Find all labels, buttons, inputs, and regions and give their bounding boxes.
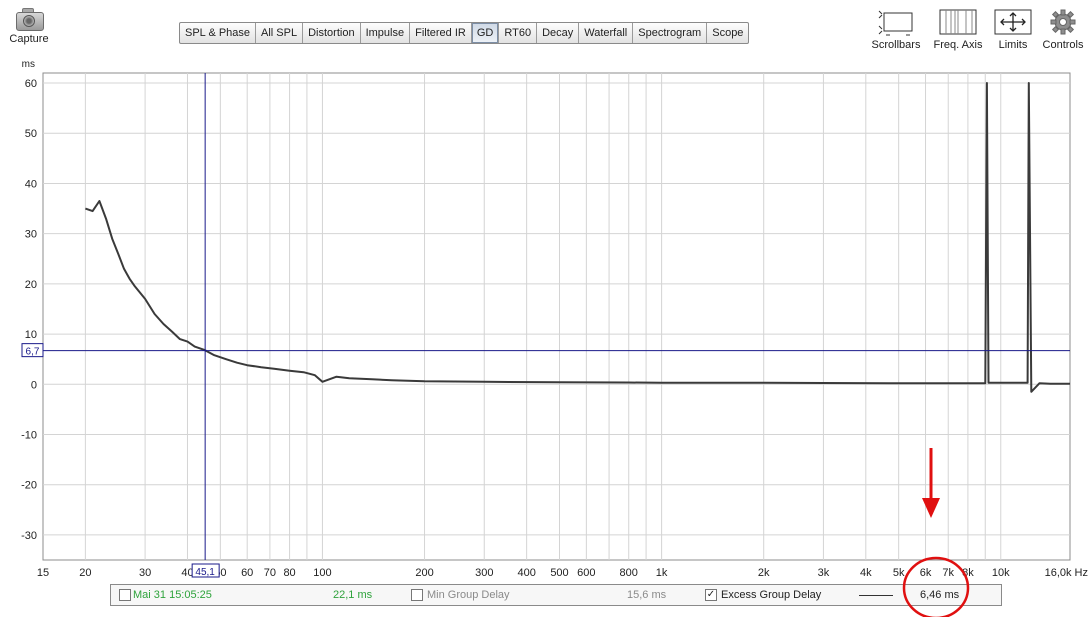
y-tick-label: 0: [31, 379, 37, 391]
x-tick-label: 500: [550, 567, 568, 579]
cursor-x-value: 45,1: [195, 567, 215, 578]
min-group-delay-value: 15,6 ms: [627, 589, 667, 601]
excess-group-delay-value: 6,46 ms: [920, 589, 960, 601]
legend-bar: Mai 31 15:05:25 22,1 ms Min Group Delay …: [110, 584, 1002, 606]
x-tick-label: 1k: [656, 567, 668, 579]
excess-group-delay-line-swatch: [859, 595, 893, 596]
plot-area: [42, 72, 1071, 561]
x-tick-label: 800: [620, 567, 638, 579]
x-tick-label: 5k: [893, 567, 905, 579]
excess-group-delay-label: Excess Group Delay: [721, 589, 822, 601]
x-tick-label: 15: [37, 567, 49, 579]
excess-group-delay-checkbox[interactable]: ✓: [705, 589, 717, 601]
x-tick-label: 20: [79, 567, 91, 579]
min-group-delay-checkbox[interactable]: [411, 589, 423, 601]
y-tick-label: -30: [21, 530, 37, 542]
x-tick-label: 300: [475, 567, 493, 579]
x-tick-label: 6k: [920, 567, 932, 579]
x-tick-label: 10k: [992, 567, 1010, 579]
x-tick-label: 7k: [942, 567, 954, 579]
x-tick-label: 16,0k Hz: [1045, 567, 1088, 579]
y-tick-label: -10: [21, 429, 37, 441]
measurement-checkbox[interactable]: [119, 589, 131, 601]
group-delay-graph[interactable]: 6050403020100-10-20-30ms15 20 30 40 50 60 70 80…: [0, 0, 1091, 582]
y-tick-label: 60: [25, 78, 37, 90]
x-tick-label: 100: [313, 567, 331, 579]
x-tick-label: 600: [577, 567, 595, 579]
x-tick-label: 60: [241, 567, 253, 579]
y-tick-label: 40: [25, 178, 37, 190]
x-tick-label: 70: [264, 567, 276, 579]
x-tick-label: 200: [415, 567, 433, 579]
x-tick-label: 400: [517, 567, 535, 579]
y-tick-label: -20: [21, 480, 37, 492]
measurement-value: 22,1 ms: [333, 589, 373, 601]
y-tick-label: 10: [25, 329, 37, 341]
y-tick-label: 30: [25, 229, 37, 241]
y-tick-label: 50: [25, 128, 37, 140]
y-axis-unit: ms: [22, 59, 35, 70]
x-tick-label: 30: [139, 567, 151, 579]
measurement-name: Mai 31 15:05:25: [133, 589, 212, 601]
min-group-delay-label: Min Group Delay: [427, 589, 510, 601]
y-tick-label: 20: [25, 279, 37, 291]
cursor-y-value: 6,7: [26, 347, 40, 358]
x-tick-label: 3k: [818, 567, 830, 579]
x-tick-label: 8k: [962, 567, 974, 579]
x-tick-label: 80: [283, 567, 295, 579]
x-tick-label: 2k: [758, 567, 770, 579]
x-tick-label: 4k: [860, 567, 872, 579]
